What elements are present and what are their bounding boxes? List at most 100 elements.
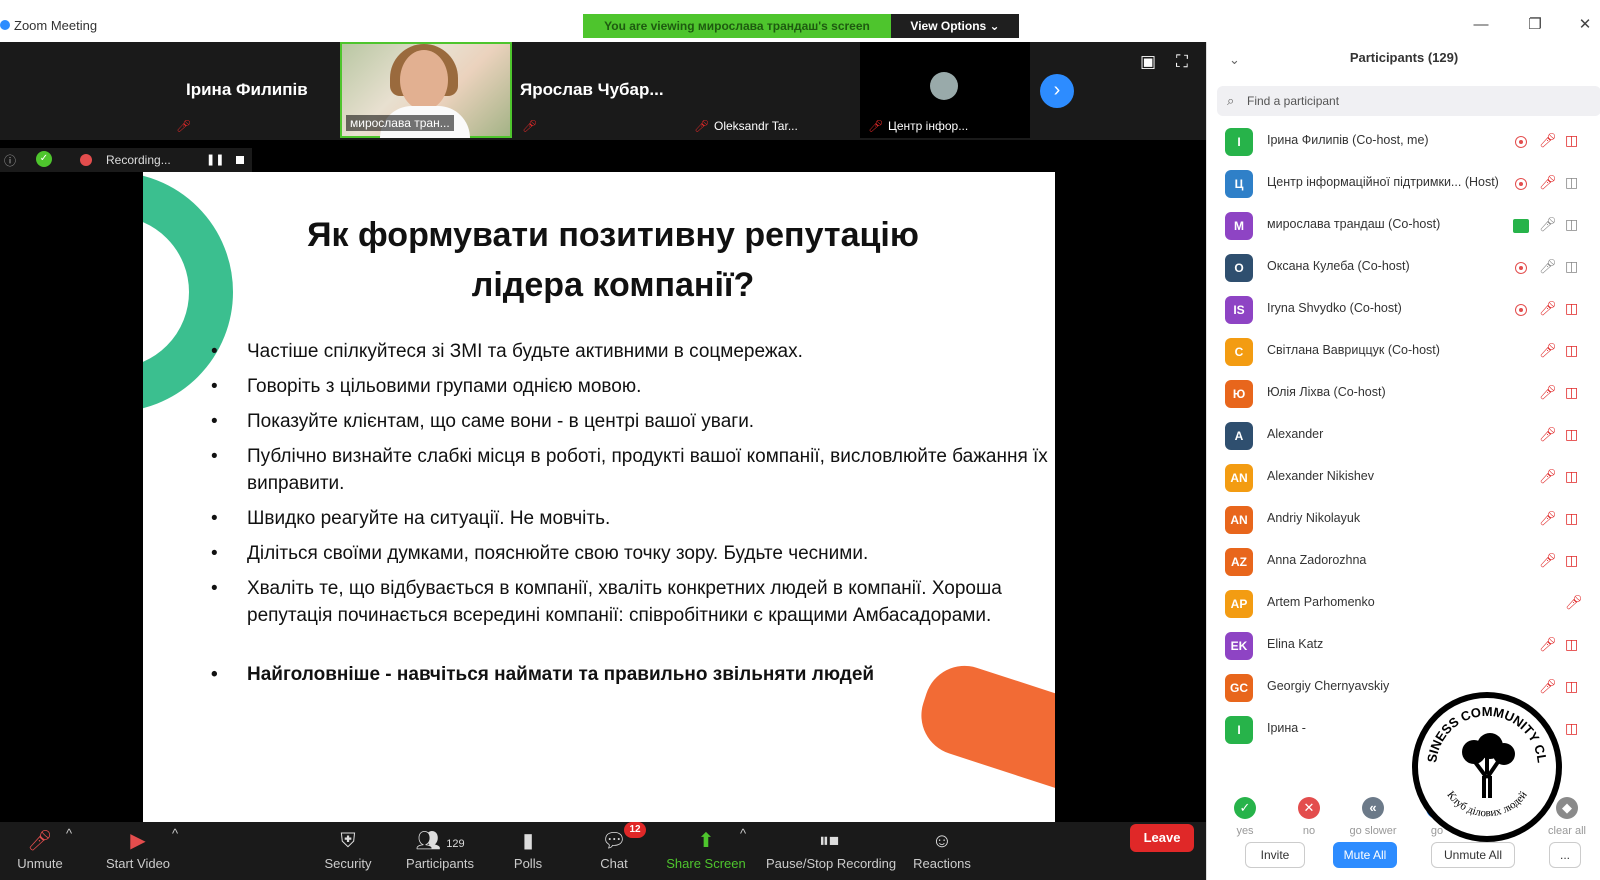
next-page-button[interactable]: ›: [1040, 74, 1074, 108]
recording-bar: ⓘ ✓ Recording... ❚❚: [0, 148, 252, 172]
stop-recording-icon[interactable]: [236, 156, 244, 164]
mic-icon: 🎤︎: [1539, 258, 1557, 274]
avatar: О: [1225, 254, 1253, 282]
participant-row[interactable]: AP Artem Parhomenko 🎤︎: [1207, 584, 1600, 626]
share-options-chevron-icon[interactable]: ^: [740, 826, 746, 841]
zoom-window: Zoom Meeting You are viewing мирослава т…: [0, 0, 1600, 880]
slide-bullet: Говоріть з цільовими групами однією мово…: [211, 373, 1051, 400]
polls-button[interactable]: ▮ Polls: [508, 822, 548, 880]
chat-badge: 12: [624, 822, 646, 838]
reaction-go-slower[interactable]: « go slower: [1343, 797, 1403, 837]
slide-bullet: Показуйте клієнтам, що саме вони - в цен…: [211, 408, 1051, 435]
video-off-icon: ◫: [1565, 510, 1579, 526]
slide-bullets: Частіше спілкуйтеся зі ЗМІ та будьте акт…: [211, 338, 1051, 696]
muted-mic-icon: 🎤︎: [1565, 594, 1583, 610]
participant-row[interactable]: М мирослава трандаш (Co-host) 🎤︎ ◫: [1207, 206, 1600, 248]
participant-row[interactable]: AZ Anna Zadorozhna 🎤︎ ◫: [1207, 542, 1600, 584]
chat-button[interactable]: 💬︎ Chat 12: [594, 822, 646, 880]
thumbnail-myroslava[interactable]: мирослава тран...: [340, 42, 512, 138]
muted-mic-icon: 🎤︎: [1539, 174, 1557, 190]
participant-row[interactable]: І Ірина Филипів (Co-host, me) 🎤︎ ◫: [1207, 122, 1600, 164]
thumbnail-irina[interactable]: Ірина Филипів 🎤︎: [168, 42, 338, 138]
unmute-all-button[interactable]: Unmute All: [1431, 842, 1515, 868]
video-off-icon: ◫: [1565, 636, 1579, 652]
pause-stop-recording-button[interactable]: ⏸⏹ Pause/Stop Recording: [766, 822, 896, 880]
muted-mic-icon: 🎤︎: [1539, 300, 1557, 316]
participant-row[interactable]: IS Iryna Shvydko (Co-host) 🎤︎ ◫: [1207, 290, 1600, 332]
participant-name: Ярослав Чубар...: [520, 80, 664, 99]
participant-row[interactable]: AN Andriy Nikolayuk 🎤︎ ◫: [1207, 500, 1600, 542]
avatar: Ц: [1225, 170, 1253, 198]
recording-dot-icon: [80, 154, 92, 166]
reaction-yes[interactable]: ✓ yes: [1215, 797, 1275, 837]
muted-mic-icon: 🎤︎: [1539, 678, 1557, 694]
thumbnail-oleksandr[interactable]: 🎤︎ Oleksandr Tar...: [686, 42, 858, 138]
cross-icon: ✕: [1298, 797, 1320, 819]
mute-all-button[interactable]: Mute All: [1333, 842, 1397, 868]
participant-name: Юлія Ліхва (Co-host): [1267, 385, 1386, 399]
video-off-icon: ◫: [1565, 342, 1579, 358]
unmute-button[interactable]: 🎤︎ Unmute: [10, 822, 70, 880]
slide-bullet: Діліться своїми думками, пояснюйте свою …: [211, 540, 1051, 567]
participant-row[interactable]: О Оксана Кулеба (Co-host) 🎤︎ ◫: [1207, 248, 1600, 290]
reaction-no[interactable]: ✕ no: [1279, 797, 1339, 837]
thumbnail-yaroslav[interactable]: Ярослав Чубар... 🎤︎: [514, 42, 684, 138]
participant-search-input[interactable]: ⌕ Find a participant: [1217, 86, 1600, 116]
participant-name: Ірина Филипів (Co-host, me): [1267, 133, 1429, 147]
participant-row[interactable]: Ю Юлія Ліхва (Co-host) 🎤︎ ◫: [1207, 374, 1600, 416]
recording-indicator-icon: [1515, 304, 1527, 316]
leave-button[interactable]: Leave: [1130, 824, 1194, 852]
shared-slide: Як формувати позитивну репутацію лідера …: [143, 172, 1055, 822]
more-options-button[interactable]: ...: [1549, 842, 1581, 868]
avatar: Ю: [1225, 380, 1253, 408]
rewind-icon: «: [1362, 797, 1384, 819]
participant-row[interactable]: AN Alexander Nikishev 🎤︎ ◫: [1207, 458, 1600, 500]
recording-indicator-icon: [1515, 178, 1527, 190]
slide-bullet: Публічно визнайте слабкі місця в роботі,…: [211, 443, 1051, 497]
muted-mic-icon: 🎤︎: [176, 119, 192, 133]
search-placeholder: Find a participant: [1247, 94, 1340, 108]
video-off-icon: ▶︎: [130, 830, 146, 852]
restore-icon[interactable]: ❐: [1524, 14, 1546, 36]
audio-options-chevron-icon[interactable]: ^: [66, 826, 72, 841]
fullscreen-icon[interactable]: ⛶: [1176, 52, 1188, 72]
participant-row[interactable]: С Світлана Вавриццук (Co-host) 🎤︎ ◫: [1207, 332, 1600, 374]
share-screen-icon: ⬆: [697, 830, 715, 852]
participant-name: Elina Katz: [1267, 637, 1324, 651]
avatar: IS: [1225, 296, 1253, 324]
muted-mic-icon: 🎤︎: [694, 119, 710, 133]
video-options-chevron-icon[interactable]: ^: [172, 826, 178, 841]
participant-row[interactable]: Ц Центр інформаційної підтримки... (Host…: [1207, 164, 1600, 206]
check-icon: ✓: [1234, 797, 1256, 819]
participant-row[interactable]: EK Elina Katz 🎤︎ ◫: [1207, 626, 1600, 668]
search-icon: ⌕: [1227, 93, 1235, 108]
encryption-shield-icon[interactable]: ✓: [36, 151, 52, 167]
avatar: GC: [1225, 674, 1253, 702]
participant-name: Оксана Кулеба (Co-host): [1267, 259, 1410, 273]
view-options-button[interactable]: View Options ⌄: [891, 14, 1019, 38]
participants-button[interactable]: 👥︎ 129 Participants: [400, 822, 480, 880]
recording-indicator-icon: [1515, 262, 1527, 274]
invite-button[interactable]: Invite: [1245, 842, 1305, 868]
thumbnail-centre[interactable]: 🎤︎ Центр інфор...: [860, 42, 1030, 138]
start-video-button[interactable]: ▶︎ Start Video: [100, 822, 176, 880]
reactions-button[interactable]: ☺ Reactions: [912, 822, 972, 880]
avatar: EK: [1225, 632, 1253, 660]
participant-row[interactable]: A Alexander 🎤︎ ◫: [1207, 416, 1600, 458]
title-bar: Zoom Meeting You are viewing мирослава т…: [0, 0, 1600, 42]
pause-recording-icon[interactable]: ❚❚: [206, 153, 224, 166]
video-icon: ◫: [1565, 216, 1579, 232]
security-button[interactable]: ⛨ Security: [318, 822, 378, 880]
meeting-area: Ірина Филипів 🎤︎ мирослава тран... Яросл…: [0, 42, 1206, 822]
minimize-icon[interactable]: —: [1470, 14, 1492, 36]
info-icon[interactable]: ⓘ: [4, 152, 16, 169]
avatar: AP: [1225, 590, 1253, 618]
participant-label: мирослава тран...: [346, 115, 454, 131]
close-icon[interactable]: ✕: [1574, 14, 1596, 36]
video-icon: ◫: [1565, 258, 1579, 274]
logo-graphic: BUSINESS COMMUNITY CLUB Клуб ділових люд…: [1418, 698, 1550, 819]
participant-name: мирослава трандаш (Co-host): [1267, 217, 1441, 231]
share-screen-button[interactable]: ⬆ Share Screen: [666, 822, 746, 880]
view-layout-icon[interactable]: ▣: [1140, 52, 1156, 72]
muted-mic-icon: 🎤︎: [1539, 384, 1557, 400]
